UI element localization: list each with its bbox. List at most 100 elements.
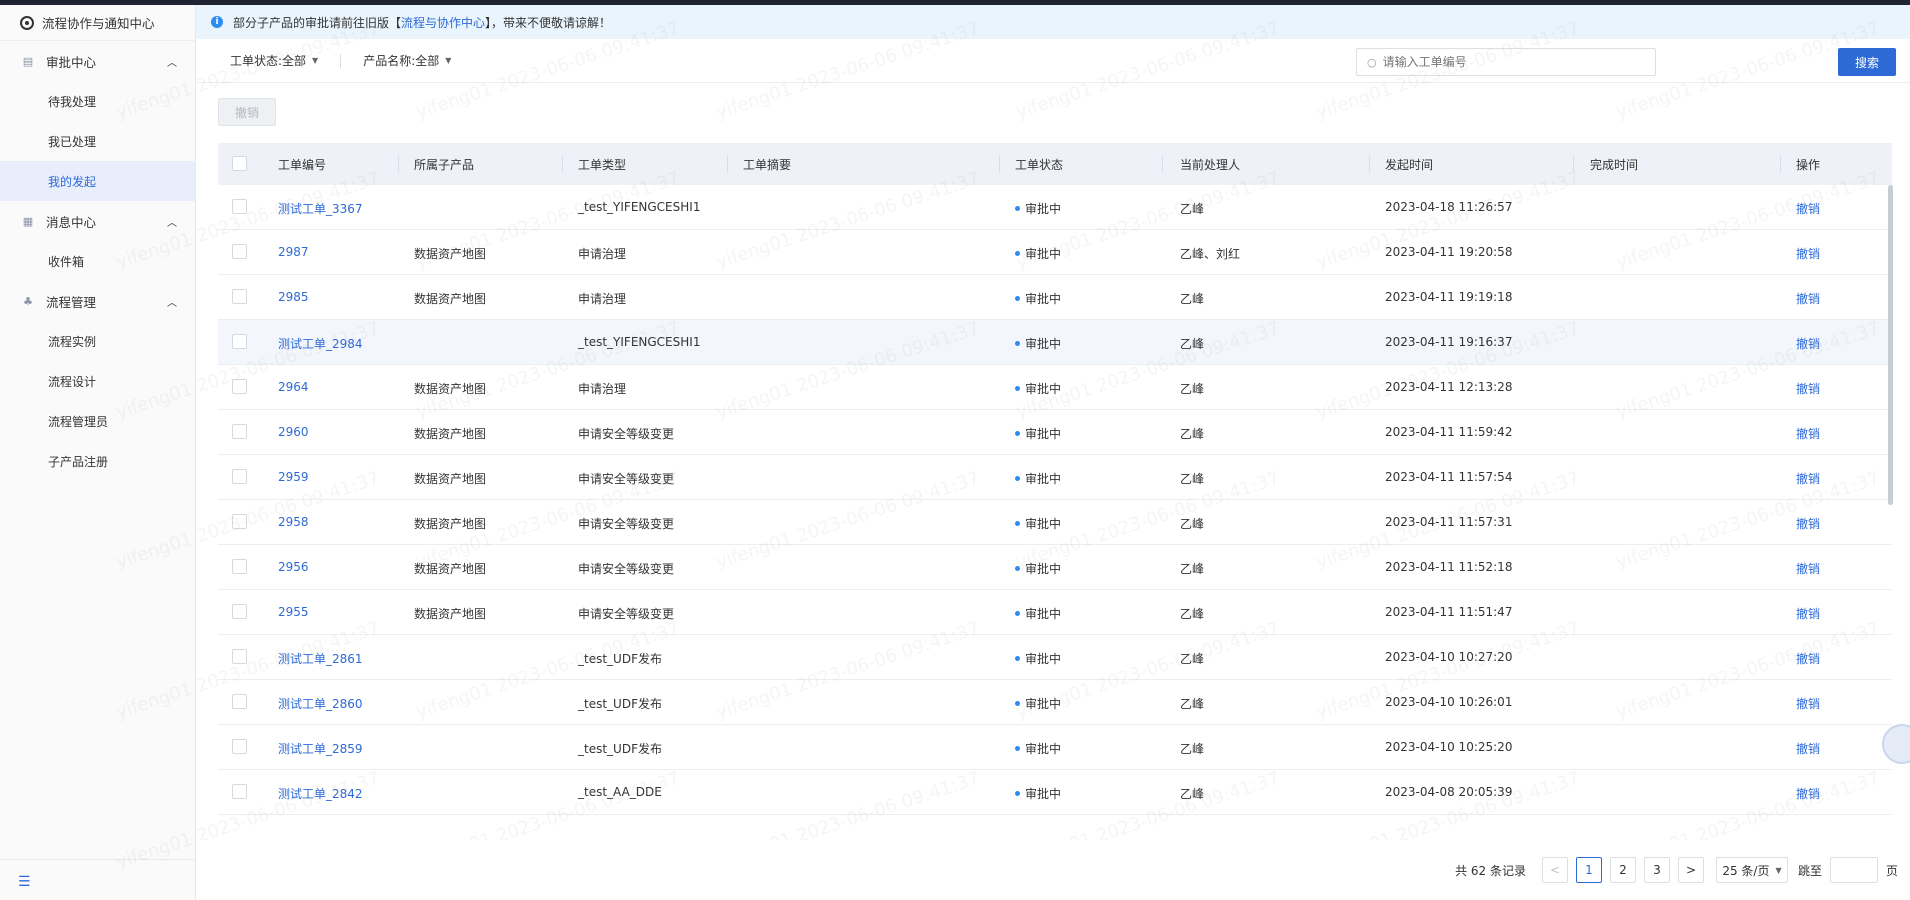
cell-type: _test_UDF发布: [578, 697, 662, 711]
page-button-1[interactable]: 1: [1575, 857, 1602, 883]
cell-ticket-id[interactable]: 测试工单_3367: [278, 200, 363, 217]
chevron-up-icon: ︿: [167, 297, 177, 309]
sidebar-item-my-initiated[interactable]: 我的发起: [0, 161, 195, 201]
revoke-link[interactable]: 撤销: [1796, 290, 1820, 307]
page-button-3[interactable]: 3: [1643, 857, 1670, 883]
table-row[interactable]: 2956 数据资产地图 申请安全等级变更 审批中 乙峰 2023-04-11 11:52:…: [218, 545, 1892, 590]
cell-ticket-id[interactable]: 测试工单_2984: [278, 335, 363, 352]
revoke-link[interactable]: 撤销: [1796, 740, 1820, 757]
revoke-link[interactable]: 撤销: [1796, 245, 1820, 262]
bulk-revoke-button[interactable]: 撤销: [218, 98, 276, 126]
row-checkbox[interactable]: [232, 334, 247, 349]
row-checkbox[interactable]: [232, 289, 247, 304]
revoke-link[interactable]: 撤销: [1796, 695, 1820, 712]
revoke-link[interactable]: 撤销: [1796, 380, 1820, 397]
sidebar-item-pending[interactable]: 待我处理: [0, 81, 195, 121]
product-filter[interactable]: 产品名称:全部 ▼: [363, 52, 451, 69]
revoke-link[interactable]: 撤销: [1796, 200, 1820, 217]
table-row[interactable]: 2985 数据资产地图 申请治理 审批中 乙峰 2023-04-11 19:19:18 撤销: [218, 275, 1892, 320]
cell-ticket-id[interactable]: 测试工单_2842: [278, 785, 363, 802]
sidebar-item-processed[interactable]: 我已处理: [0, 121, 195, 161]
cell-ticket-id[interactable]: 测试工单_2861: [278, 650, 363, 667]
row-checkbox[interactable]: [232, 604, 247, 619]
row-checkbox[interactable]: [232, 199, 247, 214]
table-row[interactable]: 2955 数据资产地图 申请安全等级变更 审批中 乙峰 2023-04-11 11:51:…: [218, 590, 1892, 635]
status-dot-icon: [1015, 386, 1020, 391]
search-box[interactable]: ○: [1356, 48, 1656, 76]
search-input[interactable]: [1382, 55, 1643, 69]
app-title: 流程协作与通知中心: [42, 16, 155, 31]
cell-status: 审批中: [1015, 200, 1061, 217]
revoke-link[interactable]: 撤销: [1796, 560, 1820, 577]
cell-type: 申请安全等级变更: [578, 427, 675, 441]
page-size-select[interactable]: 25 条/页 ▼: [1715, 857, 1788, 883]
table-row[interactable]: 测试工单_2984 _test_YIFENGCESHI1 审批中 乙峰 2023-04-…: [218, 320, 1892, 365]
cell-ticket-id[interactable]: 测试工单_2860: [278, 695, 363, 712]
cell-handler: 乙峰: [1180, 652, 1205, 666]
revoke-link[interactable]: 撤销: [1796, 650, 1820, 667]
notice-link[interactable]: 流程与协作中心: [401, 14, 485, 31]
table-row[interactable]: 2960 数据资产地图 申请安全等级变更 审批中 乙峰 2023-04-11 11:59:…: [218, 410, 1892, 455]
collapse-menu-icon[interactable]: ☰: [18, 874, 31, 890]
row-checkbox[interactable]: [232, 559, 247, 574]
table-row[interactable]: 测试工单_3367 _test_YIFENGCESHI1 审批中 乙峰 2023-04-…: [218, 185, 1892, 230]
status-text: 审批中: [1025, 517, 1062, 531]
sidebar-item-flow-admin[interactable]: 流程管理员: [0, 401, 195, 441]
table-row[interactable]: 测试工单_2861 _test_UDF发布 审批中 乙峰 2023-04-10 10:2…: [218, 635, 1892, 680]
sidebar-item-subproduct-register[interactable]: 子产品注册: [0, 441, 195, 481]
jump-page-input[interactable]: [1829, 857, 1878, 883]
sidebar-group-flow[interactable]: ♣ 流程管理 ︿: [0, 281, 195, 321]
cell-ticket-id[interactable]: 2985: [278, 290, 309, 304]
row-checkbox[interactable]: [232, 244, 247, 259]
cell-ticket-id[interactable]: 2959: [278, 470, 309, 484]
row-checkbox[interactable]: [232, 784, 247, 799]
revoke-link[interactable]: 撤销: [1796, 605, 1820, 622]
cell-ticket-id[interactable]: 2956: [278, 560, 309, 574]
search-button[interactable]: 搜索: [1838, 48, 1896, 76]
cell-start-time: 2023-04-11 19:19:18: [1385, 290, 1513, 304]
header-handler: 当前处理人: [1180, 158, 1241, 172]
cell-ticket-id[interactable]: 2955: [278, 605, 309, 619]
sidebar-item-flow-instance[interactable]: 流程实例: [0, 321, 195, 361]
status-dot-icon: [1015, 206, 1020, 211]
table-scrollbar[interactable]: [1888, 185, 1893, 505]
status-filter[interactable]: 工单状态:全部 ▼: [230, 52, 318, 69]
cell-ticket-id[interactable]: 2958: [278, 515, 309, 529]
row-checkbox[interactable]: [232, 469, 247, 484]
revoke-link[interactable]: 撤销: [1796, 470, 1820, 487]
next-page-button[interactable]: >: [1677, 857, 1704, 883]
table-row[interactable]: 2958 数据资产地图 申请安全等级变更 审批中 乙峰 2023-04-11 11:57:…: [218, 500, 1892, 545]
table-row[interactable]: 2964 数据资产地图 申请治理 审批中 乙峰 2023-04-11 12:13:28 撤销: [218, 365, 1892, 410]
table-row[interactable]: 测试工单_2860 _test_UDF发布 审批中 乙峰 2023-04-10 10:2…: [218, 680, 1892, 725]
row-checkbox[interactable]: [232, 694, 247, 709]
revoke-link[interactable]: 撤销: [1796, 515, 1820, 532]
page-button-2[interactable]: 2: [1609, 857, 1636, 883]
cell-ticket-id[interactable]: 2960: [278, 425, 309, 439]
sidebar-group-message[interactable]: ▦ 消息中心 ︿: [0, 201, 195, 241]
row-checkbox[interactable]: [232, 514, 247, 529]
row-checkbox[interactable]: [232, 649, 247, 664]
caret-down-icon: ▼: [1775, 865, 1782, 875]
cell-ticket-id[interactable]: 2964: [278, 380, 309, 394]
app-brand[interactable]: 流程协作与通知中心: [0, 5, 195, 41]
cell-start-time: 2023-04-11 11:51:47: [1385, 605, 1513, 619]
revoke-link[interactable]: 撤销: [1796, 785, 1820, 802]
table-row[interactable]: 测试工单_2842 _test_AA_DDE 审批中 乙峰 2023-04-08 20:…: [218, 770, 1892, 815]
prev-page-button[interactable]: <: [1541, 857, 1568, 883]
cell-ticket-id[interactable]: 2987: [278, 245, 309, 259]
table-row[interactable]: 测试工单_2859 _test_UDF发布 审批中 乙峰 2023-04-10 10:2…: [218, 725, 1892, 770]
sidebar-group-label: 消息中心: [46, 214, 97, 230]
table-row[interactable]: 2959 数据资产地图 申请安全等级变更 审批中 乙峰 2023-04-11 11:57:…: [218, 455, 1892, 500]
select-all-checkbox[interactable]: [232, 156, 247, 171]
row-checkbox[interactable]: [232, 739, 247, 754]
row-checkbox[interactable]: [232, 379, 247, 394]
revoke-link[interactable]: 撤销: [1796, 425, 1820, 442]
revoke-link[interactable]: 撤销: [1796, 335, 1820, 352]
row-checkbox[interactable]: [232, 424, 247, 439]
cell-product: 数据资产地图: [414, 472, 487, 486]
sidebar-item-inbox[interactable]: 收件箱: [0, 241, 195, 281]
sidebar-group-approval[interactable]: ▤ 审批中心 ︿: [0, 41, 195, 81]
sidebar-item-flow-design[interactable]: 流程设计: [0, 361, 195, 401]
table-row[interactable]: 2987 数据资产地图 申请治理 审批中 乙峰、刘红 2023-04-11 19:20:5…: [218, 230, 1892, 275]
cell-ticket-id[interactable]: 测试工单_2859: [278, 740, 363, 757]
